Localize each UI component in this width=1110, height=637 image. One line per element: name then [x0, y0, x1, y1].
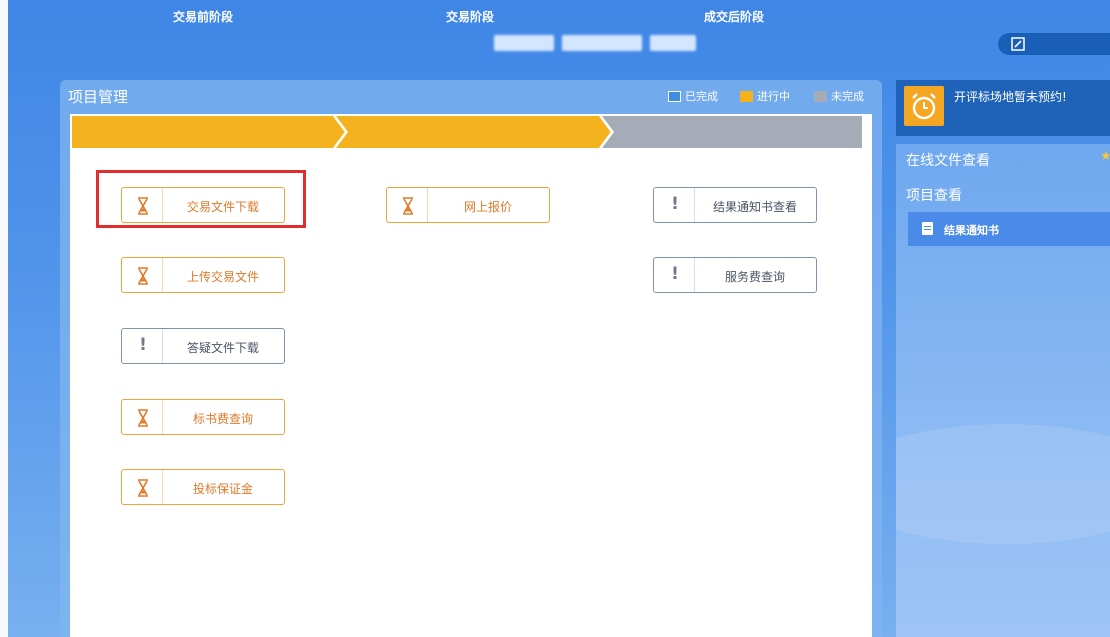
project-view-heading: 项目查看 [906, 188, 962, 204]
stage-trade [336, 116, 612, 148]
blurred-page-title [494, 32, 704, 54]
result-notice-view-button[interactable]: ! 结果通知书查看 [653, 187, 817, 223]
button-label: 投标保证金 [192, 482, 253, 496]
panel-title: 项目管理 [68, 88, 129, 106]
stage-pre-trade [72, 116, 346, 148]
button-label: 标书费查询 [192, 412, 253, 426]
stage-label-trade: 交易阶段 [445, 10, 494, 24]
bid-bond-button[interactable]: 投标保证金 [121, 469, 285, 505]
button-label: 上传交易文件 [186, 270, 259, 284]
stage-label-post-trade: 成交后阶段 [703, 10, 764, 24]
hourglass-icon [138, 479, 148, 497]
edit-icon [1011, 37, 1025, 51]
button-label: 答疑文件下载 [186, 341, 259, 355]
document-icon [922, 222, 933, 235]
hourglass-icon [403, 197, 413, 215]
venue-reservation-notice: 开评标场地暂未预约! [896, 80, 1110, 136]
legend-label: 进行中 [757, 90, 790, 103]
legend-label: 未完成 [831, 90, 864, 103]
exclamation-icon: ! [671, 264, 679, 284]
sidebar-item-label: 结果通知书 [944, 224, 999, 237]
hourglass-icon [138, 267, 148, 285]
button-label: 结果通知书查看 [712, 200, 797, 214]
exclamation-icon: ! [671, 194, 679, 214]
legend-completed: 已完成 [668, 89, 718, 103]
button-label: 网上报价 [463, 200, 512, 214]
legend-swatch [740, 90, 753, 102]
stage-label-pre-trade: 交易前阶段 [172, 10, 233, 24]
exclamation-icon: ! [139, 335, 147, 355]
legend-swatch [814, 90, 827, 102]
button-label: 服务费查询 [724, 270, 785, 284]
highlight-box [96, 170, 306, 228]
download-qa-file-button[interactable]: ! 答疑文件下载 [121, 328, 285, 364]
upload-trade-file-button[interactable]: 上传交易文件 [121, 257, 285, 293]
stage-progress-bar [72, 116, 862, 148]
left-edge-strip [0, 0, 8, 637]
legend-swatch [668, 90, 681, 102]
service-fee-query-button[interactable]: ! 服务费查询 [653, 257, 817, 293]
online-file-view-link[interactable]: 在线文件查看 [906, 150, 990, 170]
star-icon: ★ [1100, 149, 1110, 164]
bid-fee-query-button[interactable]: 标书费查询 [121, 399, 285, 435]
online-quote-button[interactable]: 网上报价 [386, 187, 550, 223]
legend-in-progress: 进行中 [740, 89, 790, 103]
hourglass-icon [138, 409, 148, 427]
edit-button[interactable] [998, 33, 1110, 55]
legend-label: 已完成 [685, 90, 718, 103]
sidebar-item-result-notice[interactable]: 结果通知书 [908, 212, 1110, 246]
notice-text: 开评标场地暂未预约! [954, 90, 1067, 104]
stage-post-trade [602, 116, 862, 148]
legend-not-completed: 未完成 [814, 89, 864, 103]
alarm-clock-icon [904, 86, 944, 126]
